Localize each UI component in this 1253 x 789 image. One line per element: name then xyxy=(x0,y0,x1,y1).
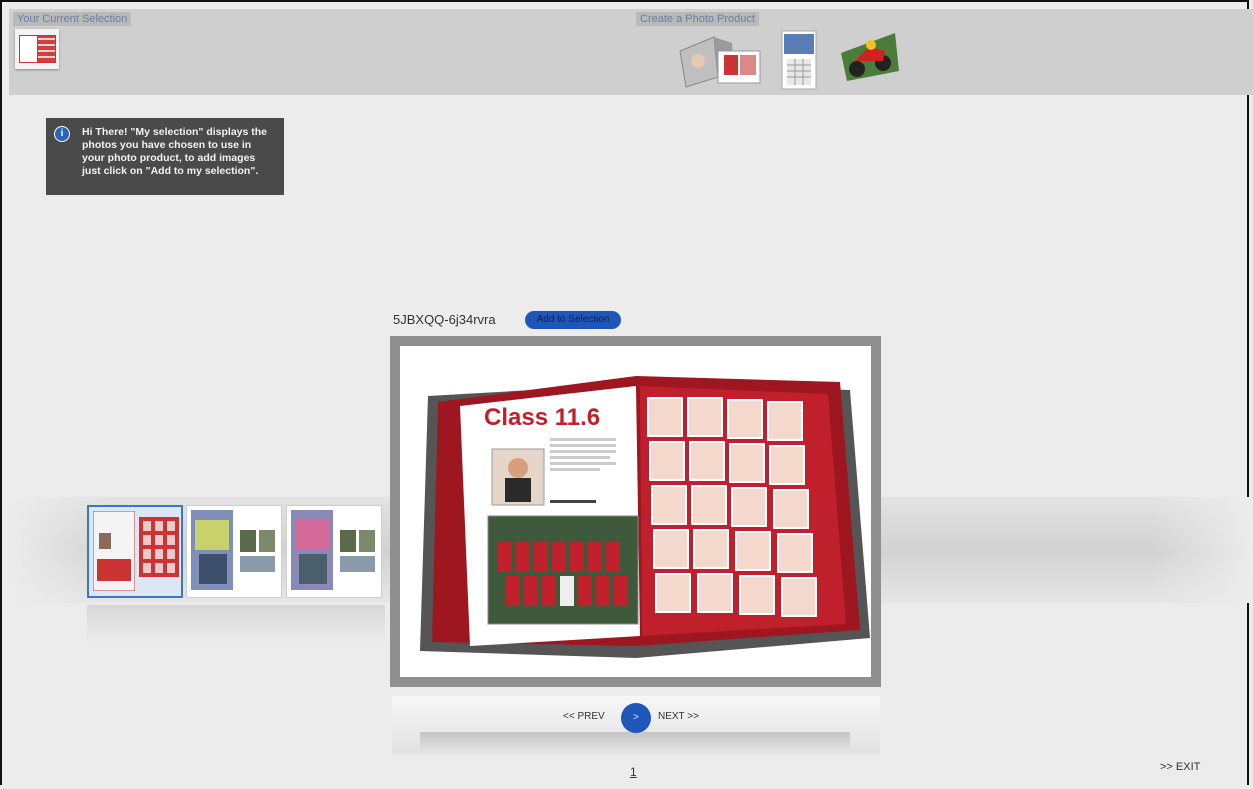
play-button[interactable]: > xyxy=(621,703,651,733)
thumbnail-1[interactable] xyxy=(87,505,183,598)
help-tooltip: i Hi There! "My selection" displays the … xyxy=(46,118,284,195)
next-button[interactable]: NEXT >> xyxy=(658,711,699,722)
image-id-label: 5JBXQQ-6j34rvra xyxy=(393,312,496,327)
create-product-tab[interactable]: Create a Photo Product xyxy=(636,12,759,26)
top-bar: Your Current Selection Create a Photo Pr… xyxy=(9,9,1253,95)
exit-button[interactable]: >> EXIT xyxy=(1160,761,1200,773)
thumbnail-3[interactable] xyxy=(286,505,382,598)
image-viewer: Class 11.6 xyxy=(390,336,881,687)
viewer-image: Class 11.6 xyxy=(400,346,871,677)
book-title: Class 11.6 xyxy=(484,404,601,431)
calendar-icon[interactable] xyxy=(779,29,819,91)
thumbnail-1-left-page xyxy=(93,511,135,591)
prev-button[interactable]: << PREV xyxy=(563,711,605,722)
photobook-icon[interactable] xyxy=(674,29,764,91)
thumbnail-2[interactable] xyxy=(186,505,282,598)
selection-thumbnail-left-page xyxy=(19,35,38,63)
thumbnail-3-right-page xyxy=(337,516,377,576)
selection-thumbnail-right-page xyxy=(37,35,56,63)
navigation-reflection xyxy=(420,732,850,752)
help-tooltip-text: Hi There! "My selection" displays the ph… xyxy=(82,126,268,177)
page-number-link[interactable]: 1 xyxy=(630,765,637,779)
thumbnail-3-left-page xyxy=(291,510,333,590)
info-icon: i xyxy=(54,126,70,142)
selection-thumbnail[interactable] xyxy=(15,29,59,69)
thumbnail-2-left-page xyxy=(191,510,233,590)
add-to-selection-button[interactable]: Add to Selection xyxy=(525,311,621,329)
current-selection-tab[interactable]: Your Current Selection xyxy=(13,12,132,26)
yearbook-image xyxy=(420,376,870,658)
thumbnail-reflection xyxy=(87,605,385,643)
thumbnail-2-right-page xyxy=(237,516,277,576)
motorbike-icon[interactable] xyxy=(839,29,901,84)
thumbnail-1-right-page xyxy=(139,517,179,577)
